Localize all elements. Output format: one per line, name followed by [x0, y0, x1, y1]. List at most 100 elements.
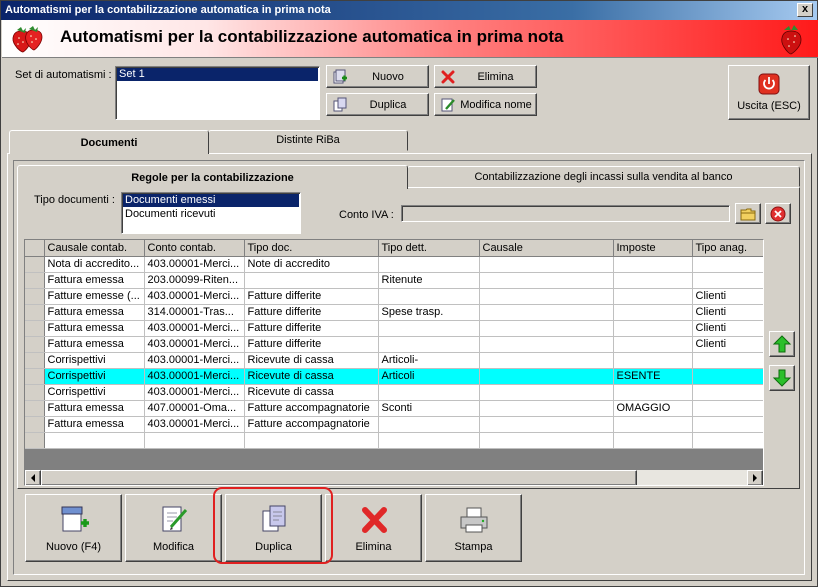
- table-cell[interactable]: [378, 432, 480, 449]
- table-cell[interactable]: 403.00001-Merci...: [144, 368, 245, 385]
- table-cell[interactable]: [479, 368, 614, 385]
- tipo-documenti-item[interactable]: Documenti emessi: [123, 194, 299, 207]
- table-cell[interactable]: [479, 352, 614, 369]
- table-cell[interactable]: [692, 368, 763, 385]
- table-cell[interactable]: [244, 272, 379, 289]
- row-indicator[interactable]: [25, 416, 45, 433]
- tipo-documenti-item[interactable]: Documenti ricevuti: [123, 208, 299, 221]
- table-cell[interactable]: 403.00001-Merci...: [144, 352, 245, 369]
- new-rule-button[interactable]: Nuovo (F4): [25, 494, 122, 562]
- table-cell[interactable]: ESENTE: [613, 368, 693, 385]
- table-row[interactable]: Corrispettivi 403.00001-Merci... Ricevute …: [25, 352, 763, 369]
- table-row[interactable]: Fattura emessa 314.00001-Tras... Fatture d…: [25, 304, 763, 321]
- table-cell[interactable]: Sconti: [378, 400, 480, 417]
- table-cell[interactable]: Articoli: [378, 368, 480, 385]
- table-cell[interactable]: 314.00001-Tras...: [144, 304, 245, 321]
- table-row[interactable]: Fattura emessa 403.00001-Merci... Fatture …: [25, 416, 763, 433]
- table-cell[interactable]: Clienti: [692, 288, 763, 305]
- table-cell[interactable]: [613, 288, 693, 305]
- table-cell[interactable]: Fatture differite: [244, 336, 379, 353]
- table-cell[interactable]: Articoli-: [378, 352, 480, 369]
- table-cell[interactable]: Fatture differite: [244, 304, 379, 321]
- table-cell[interactable]: Fattura emessa: [44, 416, 145, 433]
- tab-documenti[interactable]: Documenti: [9, 130, 209, 154]
- column-header[interactable]: Imposte: [613, 240, 693, 257]
- table-cell[interactable]: [613, 304, 693, 321]
- table-cell[interactable]: [613, 256, 693, 273]
- tab-distinte-riba[interactable]: Distinte RiBa: [208, 130, 408, 151]
- table-cell[interactable]: 403.00001-Merci...: [144, 416, 245, 433]
- table-cell[interactable]: Clienti: [692, 320, 763, 337]
- table-cell[interactable]: Ricevute di cassa: [244, 384, 379, 401]
- new-set-button[interactable]: Nuovo: [326, 65, 429, 88]
- table-cell[interactable]: 403.00001-Merci...: [144, 336, 245, 353]
- column-header[interactable]: Causale contab.: [44, 240, 145, 257]
- print-button[interactable]: Stampa: [425, 494, 522, 562]
- table-cell[interactable]: Fattura emessa: [44, 336, 145, 353]
- move-up-button[interactable]: [769, 331, 795, 357]
- column-header[interactable]: Causale: [479, 240, 614, 257]
- table-cell[interactable]: Corrispettivi: [44, 368, 145, 385]
- table-row[interactable]: Corrispettivi 403.00001-Merci... Ricevute …: [25, 384, 763, 401]
- table-cell[interactable]: [692, 352, 763, 369]
- table-cell[interactable]: [244, 432, 379, 449]
- table-cell[interactable]: [479, 384, 614, 401]
- row-indicator[interactable]: [25, 288, 45, 305]
- table-cell[interactable]: 203.00099-Riten...: [144, 272, 245, 289]
- table-cell[interactable]: [479, 432, 614, 449]
- table-cell[interactable]: Fatture differite: [244, 320, 379, 337]
- table-cell[interactable]: [378, 336, 480, 353]
- delete-rule-button[interactable]: Elimina: [325, 494, 422, 562]
- tab-regole[interactable]: Regole per la contabilizzazione: [17, 165, 408, 189]
- column-header[interactable]: Tipo dett.: [378, 240, 480, 257]
- scroll-thumb[interactable]: [41, 470, 637, 485]
- row-indicator[interactable]: [25, 352, 45, 369]
- table-cell[interactable]: [479, 288, 614, 305]
- set-list-item[interactable]: Set 1: [117, 68, 318, 81]
- table-cell[interactable]: Fattura emessa: [44, 304, 145, 321]
- table-cell[interactable]: [479, 336, 614, 353]
- table-cell[interactable]: 403.00001-Merci...: [144, 256, 245, 273]
- table-cell[interactable]: 407.00001-Oma...: [144, 400, 245, 417]
- table-cell[interactable]: [692, 432, 763, 449]
- row-indicator[interactable]: [25, 432, 45, 449]
- table-row[interactable]: [25, 432, 763, 449]
- tab-incassi-banco[interactable]: Contabilizzazione degli incassi sulla ve…: [407, 166, 800, 187]
- table-cell[interactable]: Corrispettivi: [44, 352, 145, 369]
- conto-iva-field[interactable]: [401, 205, 730, 222]
- table-cell[interactable]: [613, 272, 693, 289]
- table-cell[interactable]: [44, 432, 145, 449]
- table-cell[interactable]: [692, 256, 763, 273]
- horizontal-scrollbar[interactable]: [25, 470, 763, 485]
- rules-grid[interactable]: Causale contab. Conto contab. Tipo doc. …: [24, 239, 764, 486]
- table-cell[interactable]: Fattura emessa: [44, 272, 145, 289]
- column-header[interactable]: Tipo doc.: [244, 240, 379, 257]
- table-cell[interactable]: [479, 256, 614, 273]
- scroll-right-button[interactable]: [747, 470, 763, 485]
- table-cell[interactable]: Ricevute di cassa: [244, 352, 379, 369]
- table-cell[interactable]: Ricevute di cassa: [244, 368, 379, 385]
- column-header[interactable]: Conto contab.: [144, 240, 245, 257]
- row-indicator[interactable]: [25, 336, 45, 353]
- delete-set-button[interactable]: Elimina: [434, 65, 537, 88]
- table-cell[interactable]: [692, 384, 763, 401]
- edit-rule-button[interactable]: Modifica: [125, 494, 222, 562]
- table-cell[interactable]: [692, 400, 763, 417]
- table-cell[interactable]: Clienti: [692, 336, 763, 353]
- table-cell[interactable]: Fatture accompagnatorie: [244, 416, 379, 433]
- table-cell[interactable]: Fatture accompagnatorie: [244, 400, 379, 417]
- table-cell[interactable]: Fatture differite: [244, 288, 379, 305]
- table-cell[interactable]: [479, 304, 614, 321]
- table-cell[interactable]: [378, 384, 480, 401]
- table-cell[interactable]: [479, 320, 614, 337]
- table-row[interactable]: Fattura emessa 403.00001-Merci... Fatture …: [25, 336, 763, 353]
- row-indicator[interactable]: [25, 256, 45, 273]
- table-cell[interactable]: [613, 336, 693, 353]
- table-cell[interactable]: [613, 432, 693, 449]
- table-cell[interactable]: [692, 416, 763, 433]
- table-cell[interactable]: Fatture emesse (...: [44, 288, 145, 305]
- table-cell[interactable]: [378, 320, 480, 337]
- table-cell[interactable]: [479, 272, 614, 289]
- table-cell[interactable]: 403.00001-Merci...: [144, 384, 245, 401]
- table-cell[interactable]: [613, 416, 693, 433]
